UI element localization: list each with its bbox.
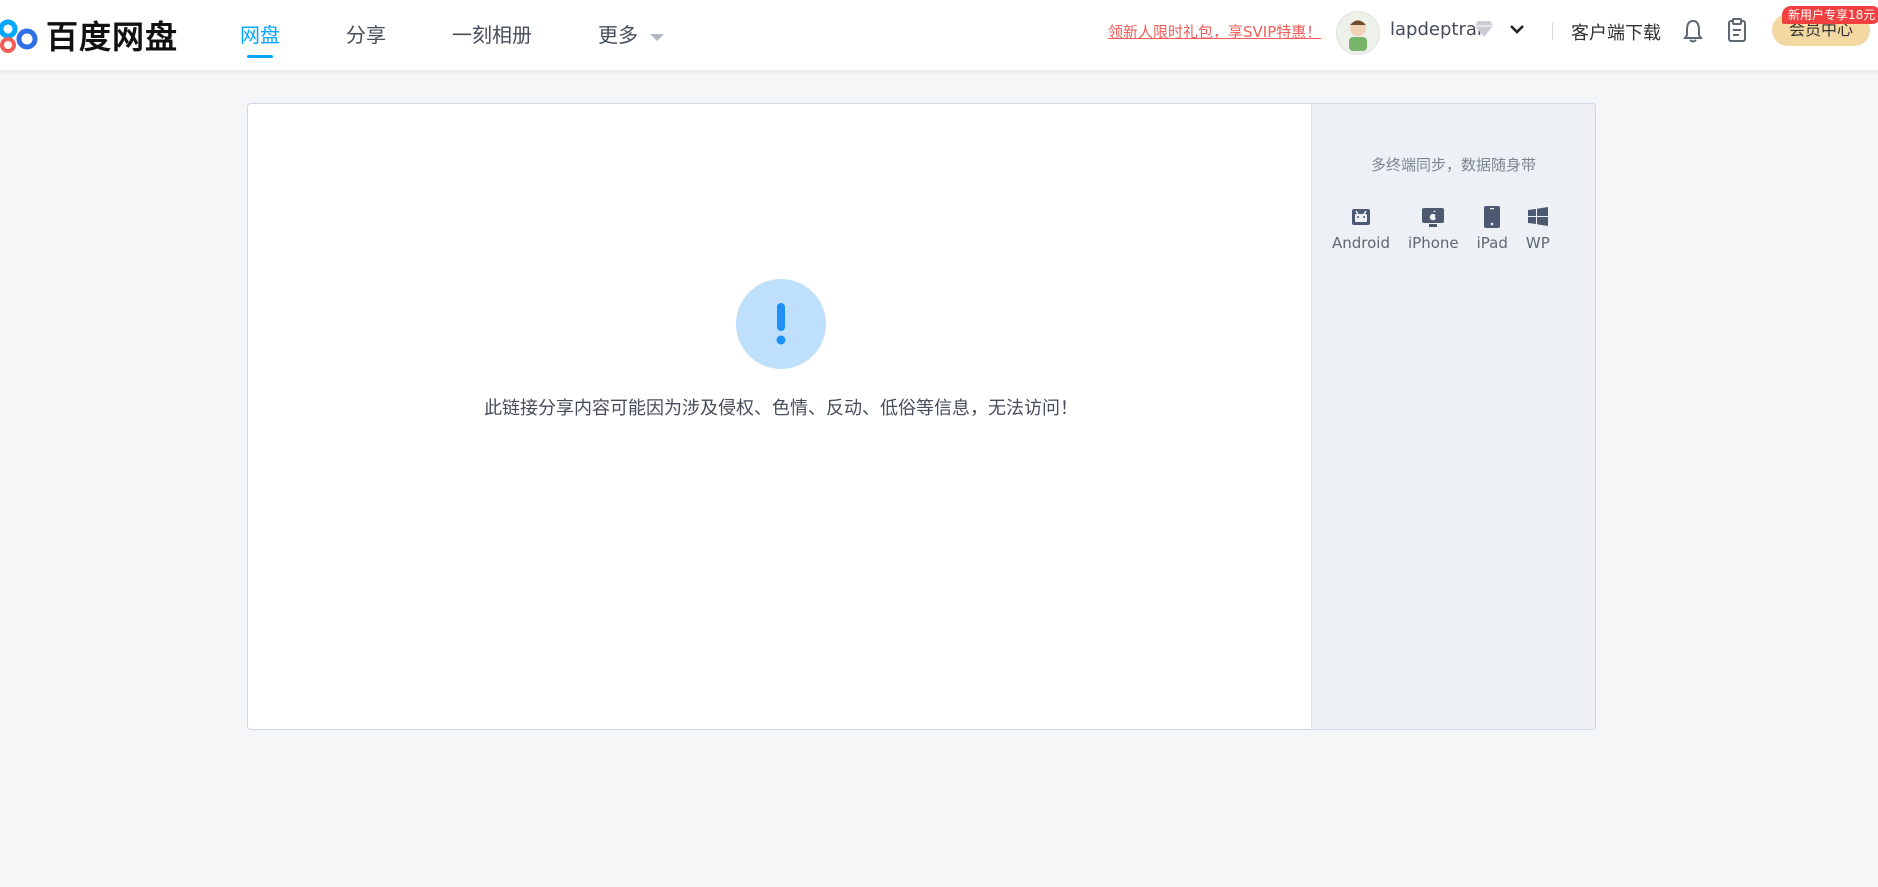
promo-link[interactable]: 领新人限时礼包，享SVIP特惠！ xyxy=(1108,21,1321,42)
error-panel: 此链接分享内容可能因为涉及侵权、色情、反动、低俗等信息，无法访问！ xyxy=(248,104,1314,729)
main-nav: 网盘 分享 一刻相册 更多 xyxy=(240,0,730,70)
tab-album-label: 一刻相册 xyxy=(452,23,532,47)
member-promo-badge: 新用户专享18元 xyxy=(1782,6,1878,24)
android-icon xyxy=(1350,204,1372,230)
bell-icon[interactable] xyxy=(1682,18,1704,48)
platform-ipad[interactable]: iPad xyxy=(1477,204,1508,252)
platform-android[interactable]: Android xyxy=(1332,204,1390,252)
vip-diamond-icon[interactable] xyxy=(1474,20,1494,42)
header-divider xyxy=(1552,22,1553,40)
tab-more-label: 更多 xyxy=(598,23,638,47)
tab-album[interactable]: 一刻相册 xyxy=(452,0,532,70)
platform-iphone[interactable]: iPhone xyxy=(1408,204,1459,252)
caret-down-icon xyxy=(650,33,664,41)
avatar[interactable] xyxy=(1336,11,1380,55)
tab-share[interactable]: 分享 xyxy=(346,0,386,70)
share-card: 此链接分享内容可能因为涉及侵权、色情、反动、低俗等信息，无法访问！ 多终端同步，… xyxy=(247,103,1596,730)
client-sidebar: 多终端同步，数据随身带 Android iPhone iPad WP xyxy=(1311,104,1595,729)
tab-netdisk-label: 网盘 xyxy=(240,23,280,47)
windows-icon xyxy=(1527,204,1549,230)
avatar-image xyxy=(1337,12,1379,54)
logo-text: 百度网盘 xyxy=(46,18,179,56)
alert-circle xyxy=(736,279,826,369)
user-menu-chevron-icon[interactable] xyxy=(1508,20,1526,42)
tablet-icon xyxy=(1483,204,1501,230)
clipboard-icon[interactable] xyxy=(1726,17,1748,47)
tab-share-label: 分享 xyxy=(346,23,386,47)
error-message: 此链接分享内容可能因为涉及侵权、色情、反动、低俗等信息，无法访问！ xyxy=(484,398,1078,419)
username[interactable]: lapdeptrai xyxy=(1390,19,1482,40)
platform-iphone-label: iPhone xyxy=(1408,234,1459,252)
tab-more[interactable]: 更多 xyxy=(598,0,664,70)
platform-list: Android iPhone iPad WP xyxy=(1332,204,1568,252)
platform-ipad-label: iPad xyxy=(1476,234,1508,252)
logo-icon xyxy=(0,19,38,53)
platform-wp-label: WP xyxy=(1525,234,1550,252)
tab-netdisk[interactable]: 网盘 xyxy=(240,0,280,70)
exclamation-icon xyxy=(776,303,786,345)
top-header: 百度网盘 网盘 分享 一刻相册 更多 领新人限时礼包，享SVIP特惠！ lapd… xyxy=(0,0,1878,71)
sidebar-title: 多终端同步，数据随身带 xyxy=(1370,156,1536,174)
client-download-link[interactable]: 客户端下载 xyxy=(1571,19,1661,45)
platform-android-label: Android xyxy=(1332,234,1390,252)
apple-icon xyxy=(1421,204,1445,230)
baidu-netdisk-logo[interactable]: 百度网盘 xyxy=(0,10,178,60)
platform-wp[interactable]: WP xyxy=(1526,204,1550,252)
